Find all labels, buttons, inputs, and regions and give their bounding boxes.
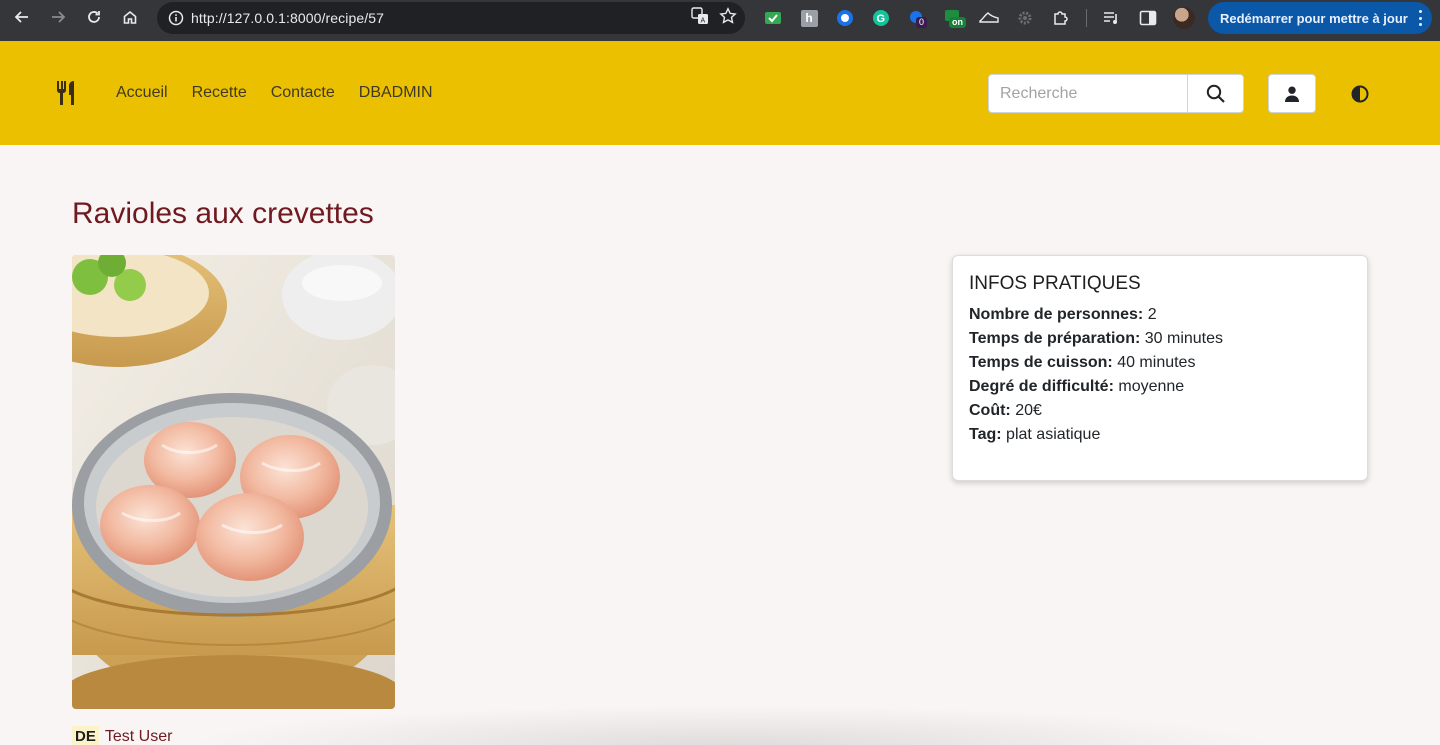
main-nav: Accueil Recette Contacte DBADMIN: [116, 83, 457, 103]
author-name[interactable]: Test User: [105, 726, 173, 745]
mail-check-icon[interactable]: [760, 5, 786, 31]
toggle-badge: on: [949, 17, 966, 28]
update-button[interactable]: Redémarrer pour mettre à jour: [1208, 2, 1432, 34]
arrow-left-icon: [14, 11, 28, 23]
info-row-prep-time: Temps de préparation: 30 minutes: [969, 330, 1224, 347]
utensils-icon[interactable]: [54, 79, 82, 107]
nav-link-contacte[interactable]: Contacte: [271, 83, 335, 103]
practical-info-heading: INFOS PRATIQUES: [969, 273, 1141, 294]
recipe-author: DE Test User: [72, 726, 172, 745]
info-row-persons: Nombre de personnes: 2: [969, 306, 1157, 323]
arrow-right-icon: [52, 11, 66, 23]
back-button[interactable]: [4, 0, 40, 34]
practical-info-card: INFOS PRATIQUES Nombre de personnes: 2 T…: [952, 255, 1368, 481]
contrast-icon: [1351, 85, 1369, 103]
info-row-difficulty: Degré de difficulté: moyenne: [969, 378, 1185, 395]
reload-icon: [88, 11, 100, 23]
author-initials-badge: DE: [72, 726, 99, 745]
svg-text:G: G: [877, 13, 886, 25]
gear-icon[interactable]: [1012, 5, 1038, 31]
site-info-icon[interactable]: [161, 2, 191, 34]
search-input[interactable]: [988, 74, 1187, 113]
url-text: http://127.0.0.1:8000/recipe/57: [191, 10, 385, 26]
extensions-bar: h G 0 on: [760, 5, 1207, 31]
sneaker-icon[interactable]: [976, 5, 1002, 31]
toolbar-separator: [1086, 9, 1087, 27]
search-icon: [1206, 84, 1225, 103]
site-navbar: Accueil Recette Contacte DBADMIN: [0, 41, 1440, 145]
scroll-shadow: [180, 705, 1280, 745]
counter-icon[interactable]: 0: [904, 5, 930, 31]
address-bar[interactable]: http://127.0.0.1:8000/recipe/57 A: [157, 2, 745, 34]
bookmark-star-icon[interactable]: [719, 6, 737, 30]
svg-text:A: A: [701, 17, 706, 24]
search-form: [988, 74, 1244, 113]
media-control-icon[interactable]: [1099, 5, 1125, 31]
grammarly-icon[interactable]: G: [868, 5, 894, 31]
update-label: Redémarrer pour mettre à jour: [1220, 10, 1408, 26]
nav-link-recette[interactable]: Recette: [192, 83, 247, 103]
home-button[interactable]: [112, 0, 148, 34]
forward-button[interactable]: [40, 0, 76, 34]
profile-avatar-icon[interactable]: [1171, 5, 1197, 31]
info-row-tag: Tag: plat asiatique: [969, 426, 1101, 443]
user-icon: [1285, 86, 1299, 102]
nav-link-accueil[interactable]: Accueil: [116, 83, 168, 103]
info-row-cost: Coût: 20€: [969, 402, 1042, 419]
browser-toolbar: http://127.0.0.1:8000/recipe/57 A h G 0: [0, 0, 1440, 41]
info-row-cook-time: Temps de cuisson: 40 minutes: [969, 354, 1196, 371]
counter-badge: 0: [916, 17, 928, 28]
puzzle-icon[interactable]: [1048, 5, 1074, 31]
compass-icon[interactable]: [832, 5, 858, 31]
translate-icon[interactable]: A: [691, 6, 709, 30]
letter-icon[interactable]: h: [796, 5, 822, 31]
user-account-button[interactable]: [1268, 74, 1316, 113]
toggle-on-icon[interactable]: on: [940, 5, 966, 31]
more-menu-icon[interactable]: [1418, 10, 1422, 26]
search-button[interactable]: [1187, 74, 1244, 113]
home-icon: [123, 10, 137, 24]
recipe-title: Ravioles aux crevettes: [72, 197, 374, 230]
recipe-image: [72, 255, 395, 709]
reload-button[interactable]: [76, 0, 112, 34]
side-panel-icon[interactable]: [1135, 5, 1161, 31]
theme-toggle-button[interactable]: [1349, 83, 1371, 105]
nav-link-dbadmin[interactable]: DBADMIN: [359, 83, 433, 103]
